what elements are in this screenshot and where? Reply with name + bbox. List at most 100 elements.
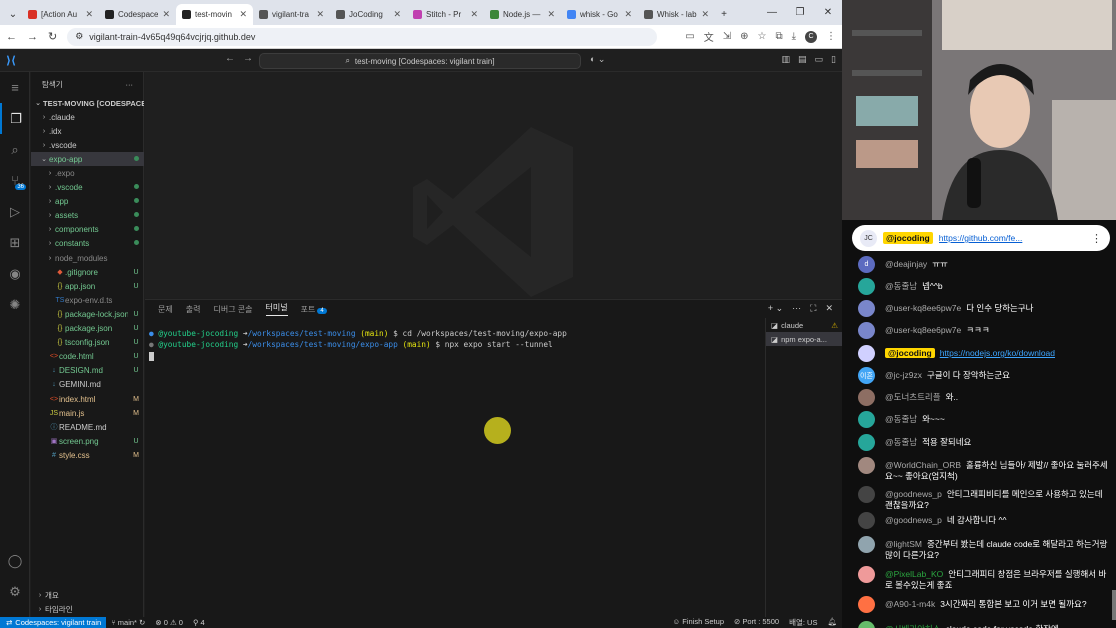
more-actions-icon[interactable]: ··· bbox=[126, 80, 134, 89]
close-tab-icon[interactable]: ✕ bbox=[162, 9, 170, 20]
extensions-icon[interactable]: ⧉ bbox=[775, 31, 782, 42]
port-item[interactable]: ⊘ Port : 5500 bbox=[729, 617, 784, 628]
tree-item[interactable]: ▣ screen.png U bbox=[31, 434, 144, 448]
tree-item[interactable]: ◆ .gitignore U bbox=[31, 265, 144, 279]
bookmark-star-icon[interactable]: ☆ bbox=[757, 31, 766, 42]
tree-item[interactable]: {} package-lock.json U bbox=[31, 307, 144, 321]
tree-item[interactable]: › .vscode bbox=[31, 138, 144, 152]
more-vert-icon[interactable]: ⋮ bbox=[1091, 232, 1102, 245]
chat-text[interactable]: https://nodejs.org/ko/download bbox=[940, 348, 1055, 358]
tree-item[interactable]: # style.css M bbox=[31, 448, 144, 462]
command-center[interactable]: ⌕ test-moving [Codespaces: vigilant trai… bbox=[259, 53, 581, 69]
nav-arrows-icon[interactable]: ←→ bbox=[225, 53, 261, 64]
tree-item[interactable]: › assets bbox=[31, 209, 144, 223]
site-info-icon[interactable]: ⚙ bbox=[75, 31, 83, 42]
panel-tab[interactable]: 문제 bbox=[158, 304, 173, 315]
problems-item[interactable]: ⊗ 0 ⚠ 0 bbox=[150, 618, 188, 627]
browser-tab[interactable]: JoCoding ✕ bbox=[330, 4, 407, 25]
extensions-view-icon[interactable]: ⊞ bbox=[0, 227, 30, 258]
tree-item[interactable]: {} package.json U bbox=[31, 322, 144, 336]
browser-tab[interactable]: Whisk - lab ✕ bbox=[638, 4, 715, 25]
minimize-icon[interactable]: — bbox=[758, 7, 786, 18]
source-control-icon[interactable]: ⑂ 36 bbox=[0, 165, 30, 196]
tree-item[interactable]: ⌄ expo-app bbox=[31, 152, 144, 167]
tree-item[interactable]: ↓ GEMINI.md bbox=[31, 378, 144, 392]
keyboard-layout-item[interactable]: 배열: US bbox=[784, 617, 822, 628]
browser-tab[interactable]: vigilant-tra ✕ bbox=[253, 4, 330, 25]
toggle-sidebar-icon[interactable]: ▤ bbox=[798, 54, 807, 65]
close-tab-icon[interactable]: ✕ bbox=[239, 9, 247, 20]
terminal-output[interactable]: ● @youtube-jocoding ➜/workspaces/test-mo… bbox=[149, 328, 749, 361]
close-tab-icon[interactable]: ✕ bbox=[393, 9, 401, 20]
tree-item[interactable]: ↓ DESIGN.md U bbox=[31, 364, 144, 378]
close-tab-icon[interactable]: ✕ bbox=[316, 9, 324, 20]
tree-item[interactable]: › components bbox=[31, 223, 144, 237]
browser-tab[interactable]: Stitch - Pr ✕ bbox=[407, 4, 484, 25]
url-field[interactable]: ⚙ vigilant-train-4v65q49q64vcjrjq.github… bbox=[67, 27, 658, 46]
new-tab-button[interactable]: + bbox=[715, 4, 733, 25]
tree-item[interactable]: › .idx bbox=[31, 124, 144, 138]
close-tab-icon[interactable]: ✕ bbox=[85, 9, 93, 20]
restore-icon[interactable]: ❐ bbox=[786, 7, 814, 18]
explorer-icon[interactable]: ❐ bbox=[0, 103, 30, 134]
editor-area[interactable] bbox=[145, 72, 842, 298]
browser-tab[interactable]: Codespace ✕ bbox=[99, 4, 176, 25]
tree-item[interactable]: ⓘ README.md bbox=[31, 420, 144, 434]
cast-icon[interactable]: ▭ bbox=[685, 31, 694, 42]
browser-tab[interactable]: [Action Au ✕ bbox=[22, 4, 99, 25]
tree-item[interactable]: › constants bbox=[31, 237, 144, 251]
close-tab-icon[interactable]: ✕ bbox=[701, 9, 709, 20]
close-tab-icon[interactable]: ✕ bbox=[624, 9, 632, 20]
menu-icon[interactable]: ≡ bbox=[0, 72, 30, 103]
toggle-panel-icon[interactable]: ▭ bbox=[815, 54, 824, 65]
finish-setup-item[interactable]: ☺ Finish Setup bbox=[668, 617, 729, 628]
ports-item[interactable]: ⚲ 4 bbox=[188, 618, 210, 627]
tree-item[interactable]: {} tsconfig.json U bbox=[31, 336, 144, 350]
tree-item[interactable]: › .claude bbox=[31, 110, 144, 124]
tree-item[interactable]: TS expo-env.d.ts bbox=[31, 293, 144, 307]
reload-icon[interactable]: ↻ bbox=[48, 30, 57, 43]
forward-icon[interactable]: → bbox=[27, 31, 38, 43]
close-tab-icon[interactable]: ✕ bbox=[470, 9, 478, 20]
browser-tab[interactable]: Node.js — ✕ bbox=[484, 4, 561, 25]
close-window-icon[interactable]: ✕ bbox=[814, 7, 842, 18]
panel-tab[interactable]: 디버그 콘솔 bbox=[213, 304, 252, 315]
workspace-root[interactable]: ⌄ TEST-MOVING [CODESPACE... bbox=[31, 96, 144, 110]
remote-indicator[interactable]: ⇄ Codespaces: vigilant train bbox=[0, 617, 107, 628]
account-icon[interactable]: ◯ bbox=[0, 545, 30, 576]
terminal-instance[interactable]: ◪ claude ⚠ bbox=[766, 318, 842, 332]
panel-tab[interactable]: 터미널 bbox=[265, 302, 288, 316]
chat-scrollbar[interactable] bbox=[1112, 590, 1116, 620]
browser-menu-icon[interactable]: ⋮ bbox=[826, 31, 836, 42]
browser-tab[interactable]: whisk - Go ✕ bbox=[561, 4, 638, 25]
copilot-icon[interactable]: ◐ ⌄ bbox=[590, 54, 605, 65]
manage-gear-icon[interactable]: ⚙ bbox=[0, 576, 30, 607]
outline-section[interactable]: › 개요 bbox=[31, 589, 144, 603]
pinned-link[interactable]: https://github.com/fe... bbox=[939, 233, 1085, 243]
tree-item[interactable]: › .expo bbox=[31, 166, 144, 180]
back-icon[interactable]: ← bbox=[6, 31, 17, 43]
branch-item[interactable]: ⑂ main* ↻ bbox=[106, 618, 150, 627]
claude-icon[interactable]: ✺ bbox=[0, 289, 30, 320]
github-icon[interactable]: ◉ bbox=[0, 258, 30, 289]
search-view-icon[interactable]: ⌕ bbox=[0, 134, 30, 165]
close-panel-icon[interactable]: ✕ bbox=[825, 303, 833, 314]
zoom-icon[interactable]: ⊕ bbox=[740, 31, 748, 42]
new-terminal-icon[interactable]: + ⌄ bbox=[768, 303, 783, 314]
run-debug-icon[interactable]: ▷ bbox=[0, 196, 30, 227]
install-app-icon[interactable]: ⇲ bbox=[723, 31, 731, 42]
download-icon[interactable]: ⤓ bbox=[792, 31, 796, 42]
vscode-logo-icon[interactable]: ⟩⟨ bbox=[0, 54, 22, 67]
toggle-secondary-sidebar-icon[interactable]: ▯ bbox=[831, 54, 836, 65]
close-tab-icon[interactable]: ✕ bbox=[547, 9, 555, 20]
tree-item[interactable]: › node_modules bbox=[31, 251, 144, 265]
panel-more-icon[interactable]: ··· bbox=[792, 303, 801, 314]
tab-search-icon[interactable]: ⌄ bbox=[4, 4, 22, 25]
pinned-message[interactable]: JC @jocoding https://github.com/fe... ⋮ bbox=[852, 225, 1110, 251]
timeline-section[interactable]: › 타임라인 bbox=[31, 603, 144, 617]
browser-tab[interactable]: test-movin ✕ bbox=[176, 4, 253, 25]
tree-item[interactable]: <> index.html M bbox=[31, 392, 144, 406]
tree-item[interactable]: <> code.html U bbox=[31, 350, 144, 364]
notifications-bell-icon[interactable]: 🔔︎ bbox=[822, 617, 842, 628]
tree-item[interactable]: JS main.js M bbox=[31, 406, 144, 420]
